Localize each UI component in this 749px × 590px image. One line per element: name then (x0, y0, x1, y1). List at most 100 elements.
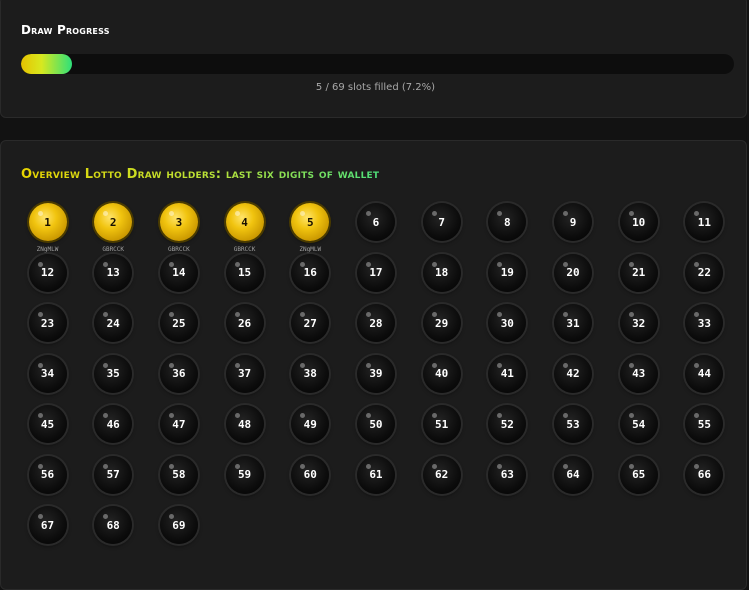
lotto-slot: 17 (349, 253, 402, 305)
empty-ball: 44 (685, 354, 724, 393)
lotto-slot: 9 (547, 203, 600, 254)
lotto-slot: 41 (481, 354, 534, 406)
draw-progress-title: Draw Progress (21, 23, 110, 37)
lotto-slot: 64 (547, 455, 600, 507)
wallet-suffix: GBRCCK (233, 246, 256, 253)
lotto-slot: 10 (612, 203, 665, 254)
empty-ball: 38 (291, 354, 330, 393)
wallet-suffix: GBRCCK (102, 246, 125, 253)
empty-ball: 46 (94, 405, 133, 443)
lotto-slot: 26 (218, 304, 271, 355)
lotto-slot: 15 (218, 253, 271, 305)
empty-ball: 15 (225, 253, 264, 292)
lotto-slot: 45 (21, 405, 74, 456)
empty-ball: 65 (619, 455, 658, 494)
lotto-slot: 68 (87, 506, 140, 557)
empty-ball: 67 (28, 506, 67, 544)
empty-ball: 56 (28, 455, 67, 494)
empty-ball: 33 (685, 304, 724, 342)
lotto-slot: 48 (218, 405, 271, 456)
lotto-slot: 36 (152, 354, 205, 406)
wallet-suffix: ZNgMLW (36, 246, 59, 253)
lotto-slot: 18 (415, 253, 468, 305)
empty-ball: 64 (554, 455, 592, 494)
slot-grid: 1 ZNgMLW 2 GBRCCK 3 GBRCCK 4 GBRCCK 5 ZNgMLW 6 7 8 9 1… (21, 203, 731, 557)
lotto-slot: 59 (218, 455, 271, 507)
lotto-slot: 8 (481, 203, 534, 254)
empty-ball: 31 (554, 304, 592, 342)
empty-ball: 32 (619, 304, 658, 342)
draw-progress-panel: Draw Progress 5 / 69 slots filled (7.2%) (0, 0, 747, 118)
lotto-slot: 40 (415, 354, 468, 406)
lotto-slot: 37 (218, 354, 271, 406)
empty-ball: 54 (619, 405, 658, 443)
lotto-slot: 28 (349, 304, 402, 355)
lotto-slot: 56 (21, 455, 74, 507)
empty-ball: 13 (94, 253, 133, 292)
lotto-slot: 60 (284, 455, 337, 507)
empty-ball: 27 (291, 304, 330, 342)
empty-ball: 17 (356, 253, 395, 292)
empty-ball: 37 (225, 354, 264, 393)
lotto-slot: 43 (612, 354, 665, 406)
lotto-slot: 49 (284, 405, 337, 456)
empty-ball: 14 (159, 253, 198, 292)
lotto-slot: 63 (481, 455, 534, 507)
wallet-suffix: ZNgMLW (299, 246, 322, 253)
empty-ball: 6 (356, 203, 395, 241)
lotto-slot: 22 (678, 253, 731, 305)
lotto-slot: 13 (87, 253, 140, 305)
lotto-slot: 44 (678, 354, 731, 406)
empty-ball: 40 (422, 354, 461, 393)
lotto-slot: 7 (415, 203, 468, 254)
lotto-slot: 14 (152, 253, 205, 305)
filled-ball: 3 (159, 203, 198, 241)
lotto-slot: 2 GBRCCK (87, 203, 140, 254)
lotto-slot: 27 (284, 304, 337, 355)
empty-ball: 41 (488, 354, 527, 393)
empty-ball: 23 (28, 304, 67, 342)
lotto-slot: 6 (349, 203, 402, 254)
lotto-slot: 42 (547, 354, 600, 406)
empty-ball: 58 (159, 455, 198, 494)
lotto-slot: 31 (547, 304, 600, 355)
lotto-slot: 52 (481, 405, 534, 456)
empty-ball: 34 (28, 354, 67, 393)
empty-ball: 48 (225, 405, 264, 443)
empty-ball: 12 (28, 253, 67, 292)
lotto-slot: 24 (87, 304, 140, 355)
empty-ball: 68 (94, 506, 133, 544)
lotto-slot: 3 GBRCCK (152, 203, 205, 254)
empty-ball: 26 (225, 304, 264, 342)
lotto-slot: 33 (678, 304, 731, 355)
empty-ball: 16 (291, 253, 330, 292)
empty-ball: 55 (685, 405, 724, 443)
lotto-slot: 39 (349, 354, 402, 406)
lotto-slot: 46 (87, 405, 140, 456)
empty-ball: 28 (356, 304, 395, 342)
empty-ball: 47 (159, 405, 198, 443)
lotto-slot: 55 (678, 405, 731, 456)
empty-ball: 20 (554, 253, 592, 292)
empty-ball: 18 (422, 253, 461, 292)
lotto-slot: 4 GBRCCK (218, 203, 271, 254)
lotto-slot: 51 (415, 405, 468, 456)
empty-ball: 53 (554, 405, 592, 443)
lotto-slot: 69 (152, 506, 205, 557)
lotto-slot: 53 (547, 405, 600, 456)
lotto-slot: 11 (678, 203, 731, 254)
empty-ball: 30 (488, 304, 527, 342)
empty-ball: 43 (619, 354, 658, 393)
lotto-slot: 34 (21, 354, 74, 406)
lotto-slot: 47 (152, 405, 205, 456)
wallet-suffix: GBRCCK (168, 246, 190, 253)
lotto-slot: 61 (349, 455, 402, 507)
filled-ball: 4 (225, 203, 264, 241)
lotto-slot: 65 (612, 455, 665, 507)
lotto-slot: 67 (21, 506, 74, 557)
overview-title: Overview Lotto Draw holders: last six di… (21, 167, 380, 182)
lotto-slot: 23 (21, 304, 74, 355)
overview-panel: Overview Lotto Draw holders: last six di… (0, 140, 747, 590)
lotto-slot: 58 (152, 455, 205, 507)
lotto-slot: 5 ZNgMLW (284, 203, 337, 254)
